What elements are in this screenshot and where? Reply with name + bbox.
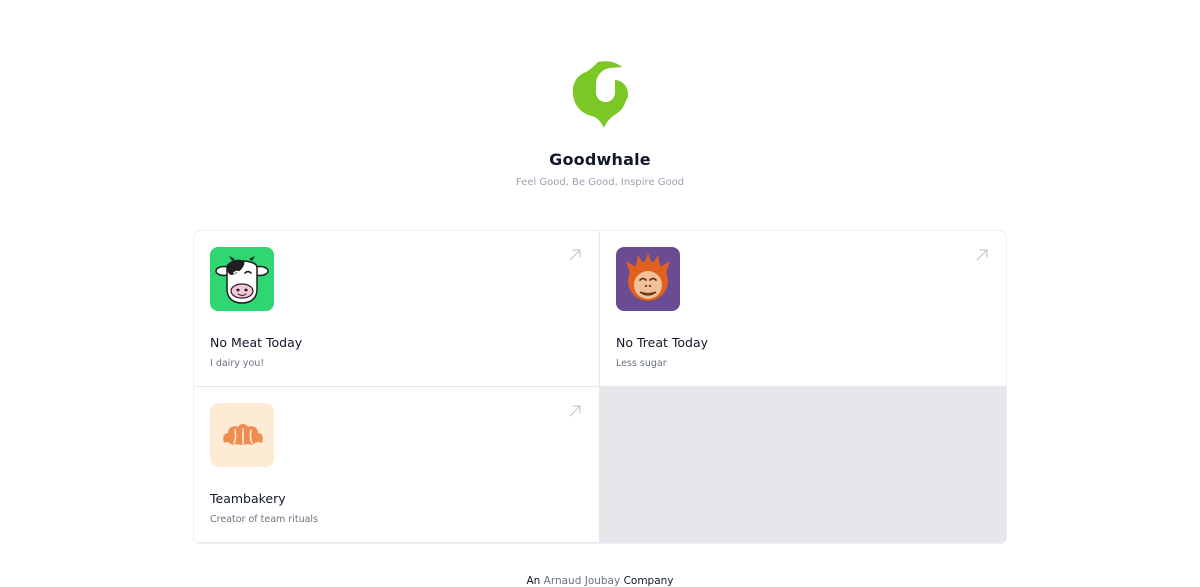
goodwhale-logo-icon [572, 61, 628, 128]
app-title: No Treat Today [616, 335, 709, 350]
apps-grid: No Meat Today I dairy you! No Treat Toda… [194, 231, 1006, 543]
cow-icon [210, 247, 274, 311]
app-card-teambakery[interactable]: Teambakery Creator of team rituals [194, 387, 599, 542]
footer-prefix: An [526, 575, 541, 587]
external-link-arrow-icon [976, 249, 988, 261]
app-title: Teambakery [210, 491, 286, 506]
external-link-arrow-icon [569, 249, 581, 261]
footer-suffix: Company [623, 575, 674, 587]
app-description: Creator of team rituals [210, 514, 319, 525]
app-card-no-treat-today[interactable]: No Treat Today Less sugar [600, 231, 1006, 386]
app-card-no-meat-today[interactable]: No Meat Today I dairy you! [194, 231, 599, 386]
external-link-arrow-icon [569, 405, 581, 417]
app-title: No Meat Today [210, 335, 303, 350]
footer: An Arnaud Joubay Company [0, 575, 1200, 587]
app-description: Less sugar [616, 358, 667, 369]
brand-title: Goodwhale [549, 150, 651, 169]
croissant-icon [210, 403, 274, 467]
author-link[interactable]: Arnaud Joubay [544, 575, 621, 587]
page: Goodwhale Feel Good, Be Good, Inspire Go… [0, 0, 1200, 587]
app-description: I dairy you! [210, 358, 265, 369]
monkey-icon [616, 247, 680, 311]
empty-grid-cell [600, 387, 1006, 543]
brand-tagline: Feel Good, Be Good, Inspire Good [515, 177, 685, 188]
